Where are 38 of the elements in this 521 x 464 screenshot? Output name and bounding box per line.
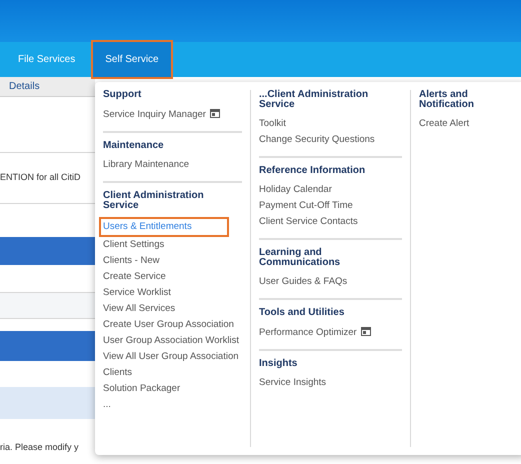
menu-link[interactable]: Solution Packager: [103, 381, 242, 397]
menu-link[interactable]: Change Security Questions: [259, 132, 402, 148]
notice-text: ENTION for all CitiD: [0, 171, 81, 184]
section-heading: Support: [103, 90, 142, 100]
section-heading: Learning and Communications: [259, 248, 342, 268]
window-icon: [210, 109, 220, 118]
menu-link[interactable]: Toolkit: [259, 116, 402, 132]
section-heading: Maintenance: [103, 141, 165, 151]
menu-link[interactable]: User Guides & FAQs: [259, 274, 402, 290]
menu-link[interactable]: Service Inquiry Manager: [103, 106, 242, 123]
menu-link[interactable]: User Group Association Worklist: [103, 333, 242, 349]
menu-link[interactable]: Create Service: [103, 269, 242, 285]
menu-link[interactable]: Service Insights: [259, 375, 402, 391]
menu-link[interactable]: Client Service Contacts: [259, 214, 402, 230]
menu-link[interactable]: Performance Optimizer: [259, 324, 402, 341]
nav-tab[interactable]: Self Service: [91, 40, 173, 79]
section-heading: Tools and Utilities: [259, 308, 346, 318]
section-heading: Reference Information: [259, 166, 366, 176]
message-text: ria. Please modify y: [0, 441, 80, 454]
menu-link[interactable]: Clients - New: [103, 253, 242, 269]
menu-link[interactable]: View All User Group Association: [103, 349, 242, 365]
menu-link[interactable]: Client Settings: [103, 237, 242, 253]
section-heading: ...Client Administration Service: [259, 90, 370, 110]
window-icon: [360, 327, 371, 336]
menu-link[interactable]: Clients: [103, 365, 242, 381]
menu-link[interactable]: Payment Cut-Off Time: [259, 198, 402, 214]
details-tab[interactable]: Details: [9, 79, 40, 94]
menu-link[interactable]: Create Alert: [419, 116, 514, 132]
menu-link[interactable]: Holiday Calendar: [259, 182, 402, 198]
section-heading: Insights: [259, 359, 298, 369]
menu-link[interactable]: View All Services: [103, 301, 242, 317]
section-heading: Client Administration Service: [103, 191, 205, 211]
menu-link[interactable]: Library Maintenance: [103, 157, 242, 173]
menu-link[interactable]: ...: [103, 397, 242, 413]
menu-link[interactable]: Create User Group Association: [103, 317, 242, 333]
menu-link[interactable]: Users & Entitlements: [99, 217, 229, 237]
menu-link[interactable]: Service Worklist: [103, 285, 242, 301]
section-heading: Alerts and Notification: [419, 90, 475, 110]
